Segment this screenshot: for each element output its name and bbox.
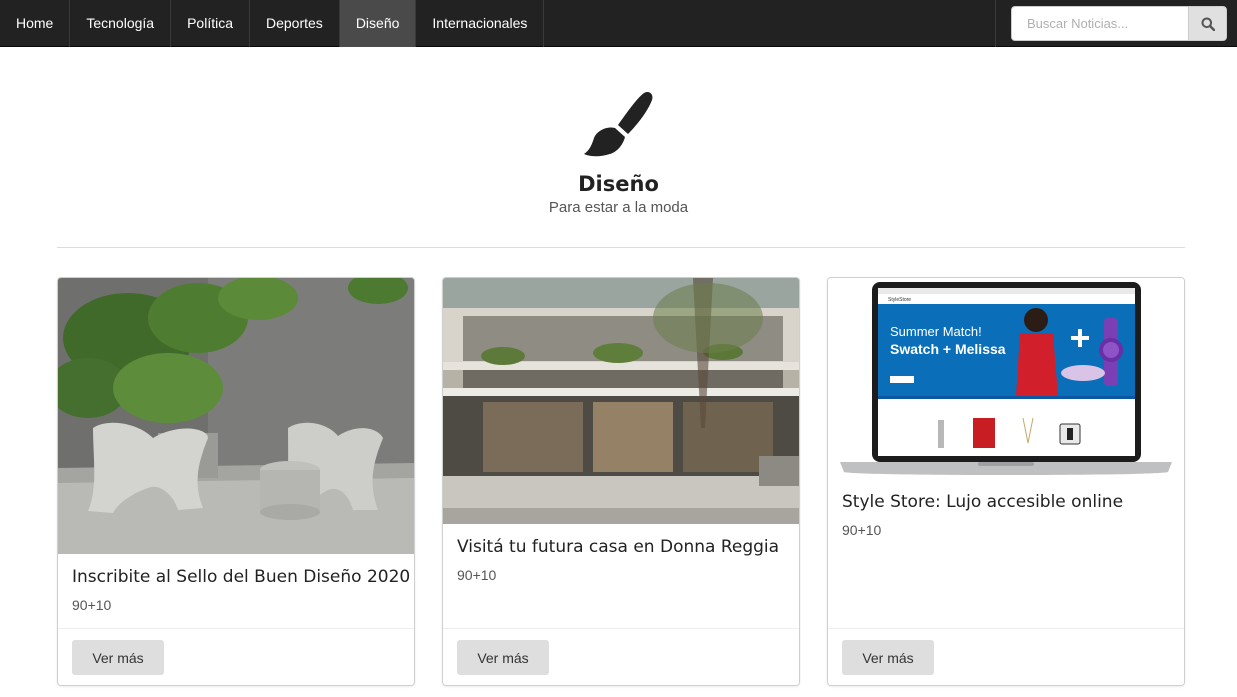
- nav-item-diseno[interactable]: Diseño: [339, 0, 417, 47]
- card-meta: 90+10: [842, 522, 882, 538]
- card-meta: 90+10: [457, 567, 497, 583]
- laptop-headline-1: Summer Match!: [890, 324, 982, 339]
- nav-item-home[interactable]: Home: [0, 0, 71, 47]
- laptop-headline-2: Swatch + Melissa: [890, 341, 1006, 357]
- laptop-store-name: StyleStore: [888, 297, 911, 303]
- ver-mas-button[interactable]: Ver más: [457, 640, 549, 675]
- card-footer: Ver más: [443, 628, 799, 685]
- nav-item-internacionales[interactable]: Internacionales: [416, 0, 545, 47]
- card-image-concrete-chairs[interactable]: [58, 278, 414, 554]
- search-form: [1011, 6, 1227, 41]
- section-header: Diseño Para estar a la moda: [0, 88, 1237, 218]
- paint-brush-icon: [583, 91, 652, 157]
- card-footer: Ver más: [828, 628, 1184, 685]
- search-icon: [1201, 17, 1215, 31]
- news-card-2: Visitá tu futura casa en Donna Reggia 90…: [442, 277, 800, 686]
- card-title[interactable]: Style Store: Lujo accesible online: [842, 491, 1123, 513]
- nav-divider: [995, 0, 996, 47]
- page-title: Diseño: [578, 172, 659, 196]
- card-meta: 90+10: [72, 597, 112, 613]
- page-subtitle: Para estar a la moda: [548, 199, 689, 216]
- news-card-3: StyleStore Summer Match! Swatch + Meliss…: [827, 277, 1185, 686]
- top-navbar: Home Tecnología Política Deportes Diseño…: [0, 0, 1237, 47]
- card-image-laptop-store[interactable]: StyleStore Summer Match! Swatch + Meliss…: [828, 278, 1184, 479]
- search-input[interactable]: [1011, 6, 1188, 41]
- card-footer: Ver más: [58, 628, 414, 685]
- nav-item-politica[interactable]: Política: [171, 0, 250, 47]
- card-title[interactable]: Visitá tu futura casa en Donna Reggia: [457, 536, 779, 558]
- ver-mas-button[interactable]: Ver más: [72, 640, 164, 675]
- news-card-1: Inscribite al Sello del Buen Diseño 2020…: [57, 277, 415, 686]
- nav-item-deportes[interactable]: Deportes: [250, 0, 340, 47]
- header-divider: [57, 247, 1185, 248]
- nav-menu: Home Tecnología Política Deportes Diseño…: [0, 0, 545, 47]
- search-button[interactable]: [1188, 6, 1227, 41]
- ver-mas-button[interactable]: Ver más: [842, 640, 934, 675]
- nav-item-tecnologia[interactable]: Tecnología: [70, 0, 172, 47]
- card-image-building[interactable]: [443, 278, 799, 524]
- card-title[interactable]: Inscribite al Sello del Buen Diseño 2020: [72, 566, 410, 588]
